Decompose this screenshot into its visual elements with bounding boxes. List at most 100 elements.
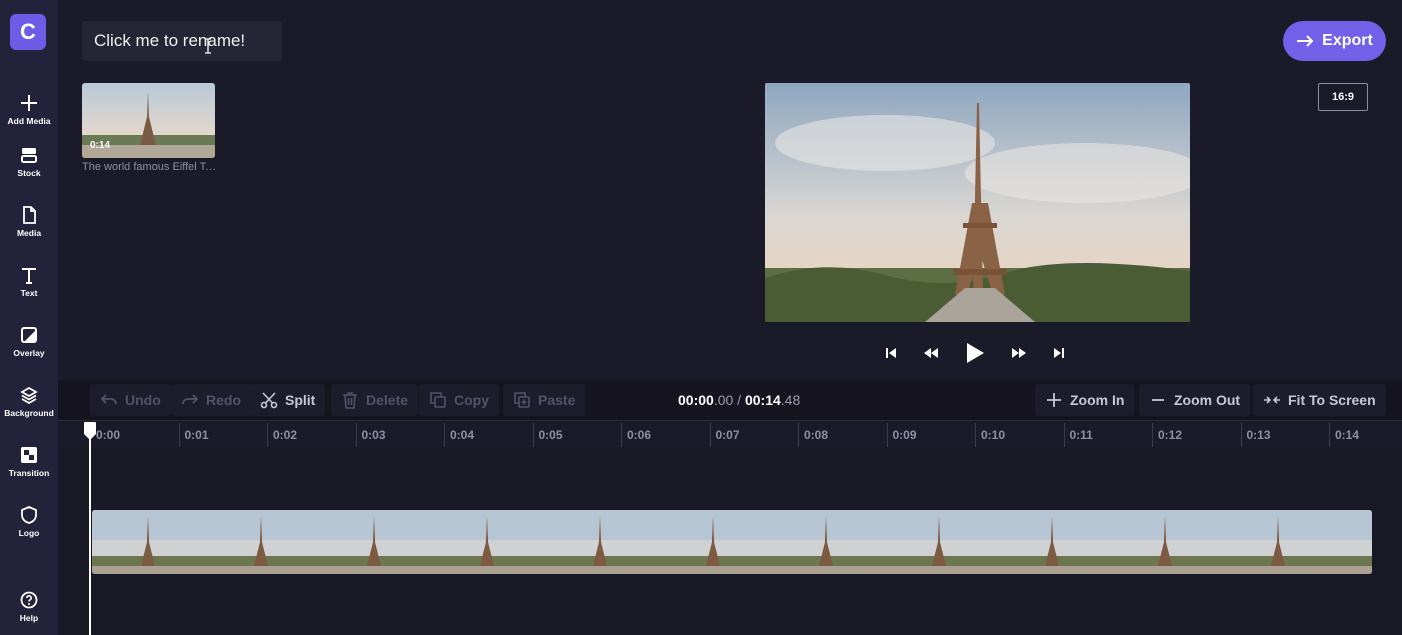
delete-label: Delete <box>366 392 409 408</box>
timecode-display: 00:00.00 / 00:14.48 <box>678 392 800 408</box>
export-button[interactable]: Export <box>1283 21 1386 61</box>
sidebar-item-transition[interactable]: Transition <box>0 434 58 490</box>
sidebar-item-logo[interactable]: Logo <box>0 494 58 550</box>
clip-frame-thumbnail <box>996 510 1109 574</box>
sidebar-item-label: Transition <box>8 468 50 478</box>
plus-icon <box>21 95 37 111</box>
rewind-button[interactable] <box>923 347 939 359</box>
zoom-out-label: Zoom Out <box>1174 392 1241 408</box>
current-time: 00:00 <box>678 392 714 408</box>
sidebar-item-add-media[interactable]: Add Media <box>0 82 58 138</box>
arrow-right-icon <box>1297 35 1314 47</box>
minus-icon <box>1152 399 1164 401</box>
export-label: Export <box>1322 32 1373 49</box>
clip-frame-thumbnail <box>1335 510 1372 574</box>
redo-icon <box>182 394 199 405</box>
sidebar-item-label: Logo <box>18 528 40 538</box>
aspect-ratio-button[interactable]: 16:9 <box>1318 83 1368 111</box>
time-separator: / <box>737 392 742 408</box>
clip-frame-thumbnail <box>1109 510 1222 574</box>
skip-end-icon <box>1054 348 1064 358</box>
undo-label: Undo <box>125 392 161 408</box>
sidebar: C Add Media Stock Media Text Overlay Bac… <box>0 0 58 635</box>
rewind-icon <box>924 348 938 358</box>
ruler-tick: 0:14 <box>1329 423 1359 447</box>
clip-frame-thumbnail <box>205 510 318 574</box>
clip-frame-thumbnail <box>431 510 544 574</box>
ruler-tick: 0:06 <box>621 423 651 447</box>
ruler-tick: 0:07 <box>709 423 740 447</box>
sidebar-item-text[interactable]: Text <box>0 254 58 310</box>
ruler-tick: 0:03 <box>355 423 386 447</box>
fit-to-screen-button[interactable]: Fit To Screen <box>1253 384 1386 416</box>
project-title-input[interactable]: Click me to rename! <box>82 21 282 61</box>
media-thumbnail[interactable]: 0:14 <box>82 83 215 158</box>
ruler-tick: 0:01 <box>178 423 209 447</box>
sidebar-item-overlay[interactable]: Overlay <box>0 314 58 370</box>
sidebar-item-label: Media <box>16 228 42 238</box>
clip-frame-thumbnail <box>318 510 431 574</box>
current-time-fraction: .00 <box>713 392 734 408</box>
playhead-handle-icon[interactable] <box>83 421 97 441</box>
paste-button[interactable]: Paste <box>503 384 586 416</box>
app-logo[interactable]: C <box>10 14 46 50</box>
layers-icon <box>20 386 38 404</box>
zoom-in-button[interactable]: Zoom In <box>1035 384 1135 416</box>
fit-screen-icon <box>1264 396 1280 404</box>
sidebar-item-label: Background <box>4 408 54 418</box>
zoom-in-label: Zoom In <box>1070 392 1125 408</box>
total-time-fraction: .48 <box>780 392 801 408</box>
ruler-tick: 0:05 <box>532 423 563 447</box>
overlay-icon <box>21 327 37 343</box>
split-button[interactable]: Split <box>250 384 326 416</box>
play-button[interactable] <box>965 342 985 364</box>
sidebar-item-background[interactable]: Background <box>0 374 58 430</box>
copy-label: Copy <box>454 392 489 408</box>
skip-start-icon <box>886 348 896 358</box>
ruler-tick: 0:10 <box>975 423 1005 447</box>
ruler-tick: 0:02 <box>267 423 297 447</box>
paste-label: Paste <box>538 392 576 408</box>
sidebar-item-help[interactable]: Help <box>0 579 58 635</box>
ruler-tick: 0:09 <box>886 423 917 447</box>
copy-button[interactable]: Copy <box>419 384 499 416</box>
video-clip[interactable] <box>92 510 1372 574</box>
sidebar-item-label: Add Media <box>7 116 51 126</box>
redo-button[interactable]: Redo <box>171 384 251 416</box>
delete-button[interactable]: Delete <box>331 384 419 416</box>
sidebar-item-stock[interactable]: Stock <box>0 134 58 190</box>
skip-end-button[interactable] <box>1053 347 1065 359</box>
play-icon <box>967 343 984 363</box>
ruler-tick: 0:12 <box>1152 423 1182 447</box>
help-icon <box>20 591 38 609</box>
plus-icon <box>1047 393 1061 407</box>
split-label: Split <box>285 392 316 408</box>
ruler-tick: 0:11 <box>1063 423 1093 447</box>
clip-frame-thumbnail <box>883 510 996 574</box>
sidebar-item-label: Overlay <box>13 348 45 358</box>
copy-icon <box>430 392 446 408</box>
sidebar-item-media[interactable]: Media <box>0 194 58 250</box>
video-preview[interactable] <box>765 83 1190 322</box>
ruler-tick: 0:13 <box>1240 423 1271 447</box>
media-name: The world famous Eiffel Tower <box>82 161 217 173</box>
fast-forward-icon <box>1012 348 1026 358</box>
clip-frame-thumbnail <box>770 510 883 574</box>
trash-icon <box>343 392 357 409</box>
timeline-ruler[interactable]: 0:00 0:01 0:02 0:03 0:04 0:05 0:06 0:07 0:08 0:09… <box>58 420 1402 448</box>
media-duration: 0:14 <box>90 140 111 151</box>
undo-button[interactable]: Undo <box>90 384 171 416</box>
zoom-out-button[interactable]: Zoom Out <box>1139 384 1251 416</box>
shield-icon <box>21 506 37 524</box>
text-cursor-icon <box>205 38 211 54</box>
sidebar-item-label: Stock <box>17 168 41 178</box>
playhead-line[interactable] <box>89 430 91 635</box>
fast-forward-button[interactable] <box>1011 347 1027 359</box>
skip-start-button[interactable] <box>885 347 897 359</box>
stock-icon <box>21 148 37 163</box>
clip-frame-thumbnail <box>544 510 657 574</box>
file-icon <box>23 206 36 224</box>
fit-to-screen-label: Fit To Screen <box>1288 392 1376 408</box>
text-icon <box>22 268 36 284</box>
transition-icon <box>21 447 37 463</box>
